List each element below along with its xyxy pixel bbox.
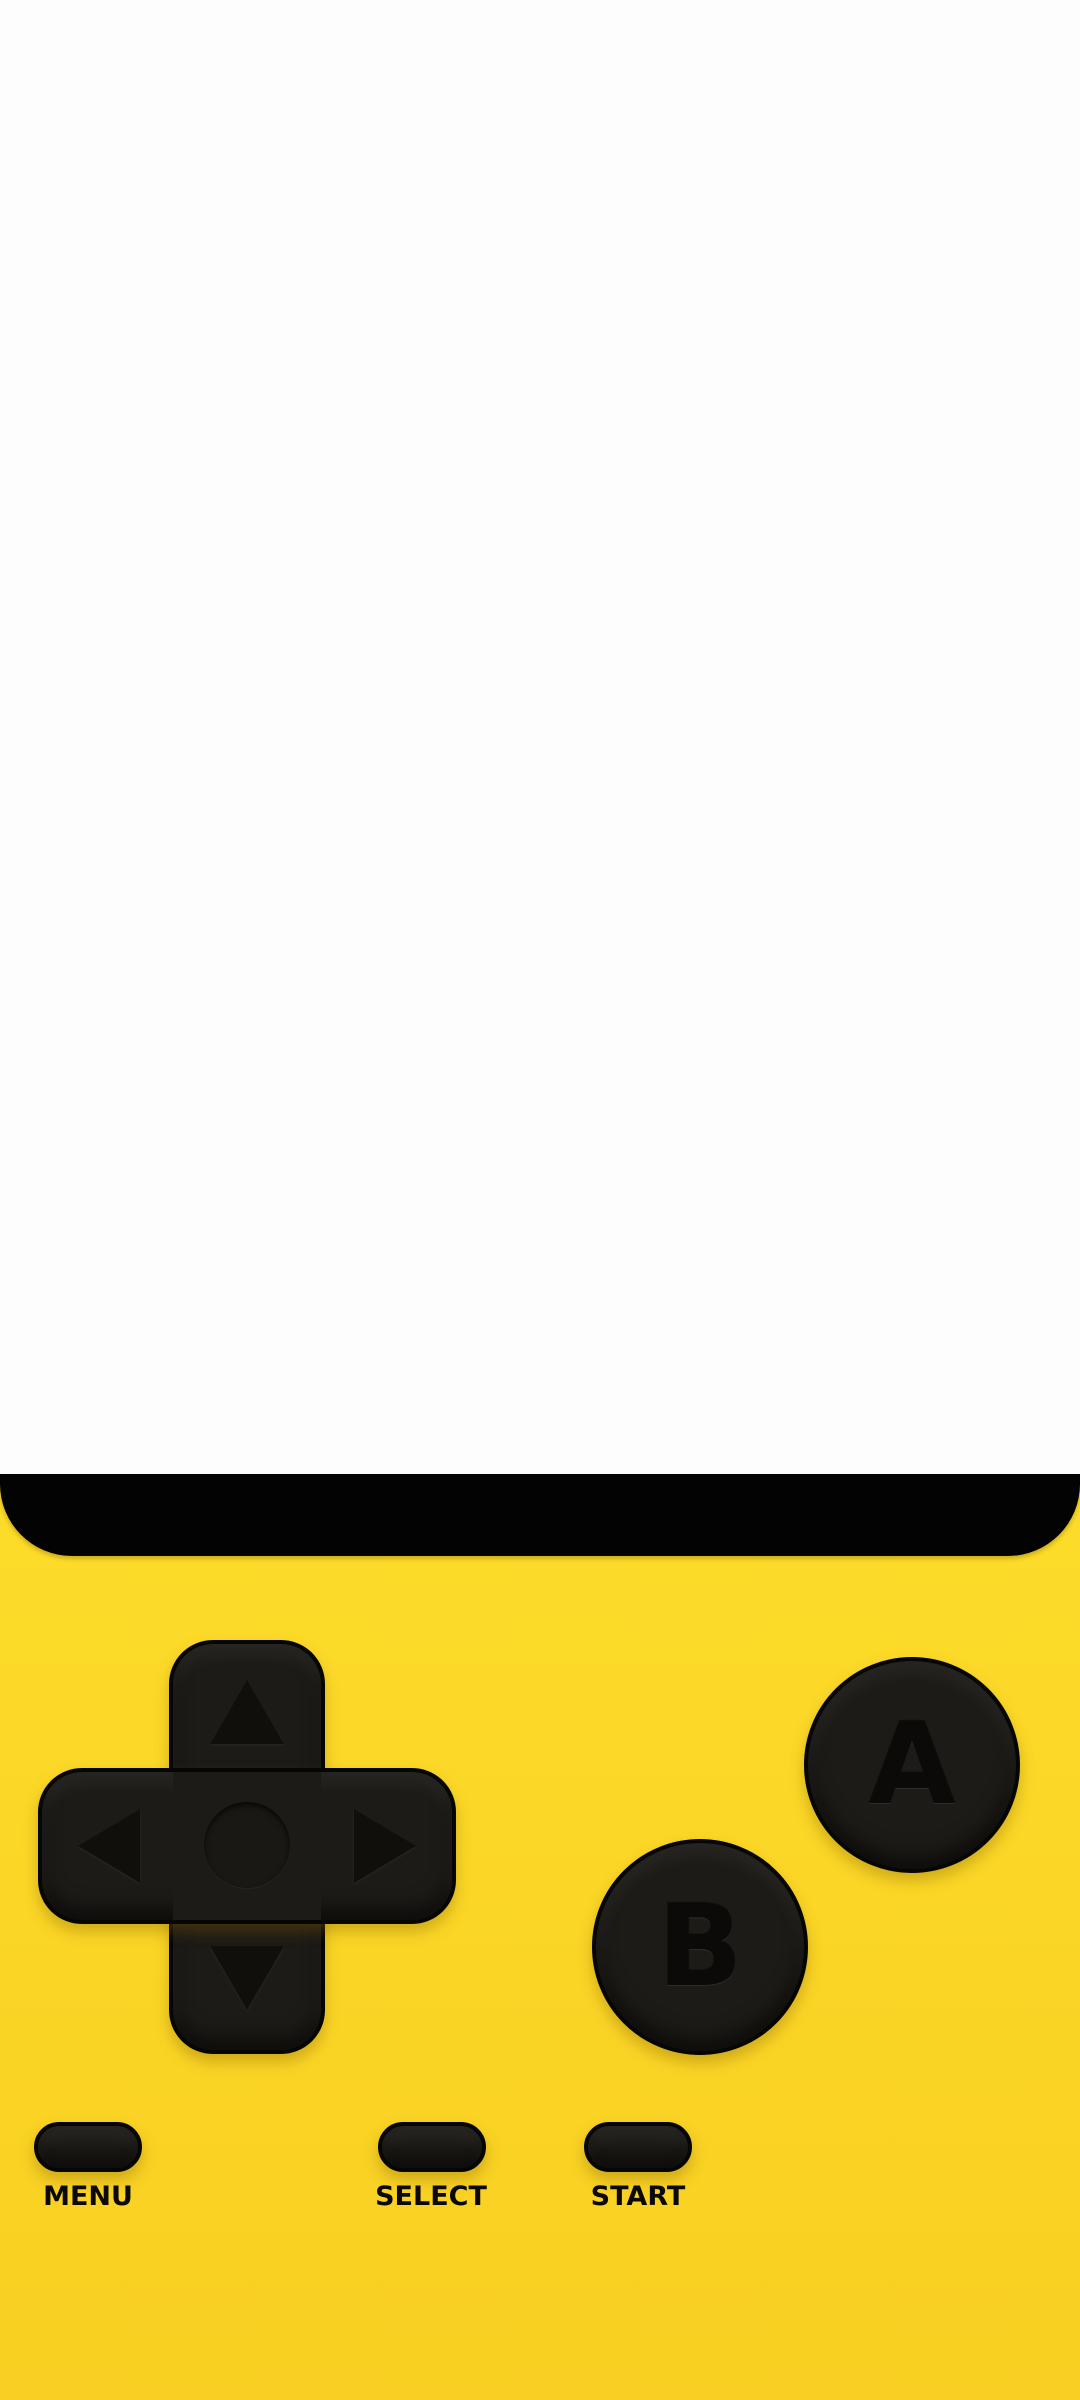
- dpad-up-icon[interactable]: [210, 1680, 284, 1744]
- menu-label: MENU: [43, 2181, 133, 2212]
- game-screen: [0, 0, 1080, 1474]
- a-button-label: A: [868, 1700, 956, 1830]
- dpad-center-icon: [204, 1802, 290, 1888]
- dpad-right-icon[interactable]: [354, 1809, 416, 1883]
- start-button[interactable]: [584, 2122, 692, 2172]
- select-label: SELECT: [375, 2181, 487, 2212]
- menu-button[interactable]: [34, 2122, 142, 2172]
- dpad-down-icon[interactable]: [210, 1946, 284, 2010]
- dpad-left-icon[interactable]: [78, 1809, 140, 1883]
- screen-bezel: [0, 1474, 1080, 1556]
- dpad[interactable]: [38, 1640, 456, 2054]
- b-button-label: B: [657, 1882, 743, 2012]
- start-label: START: [590, 2181, 686, 2212]
- a-button[interactable]: A: [804, 1657, 1020, 1873]
- select-button[interactable]: [378, 2122, 486, 2172]
- b-button[interactable]: B: [592, 1839, 808, 2055]
